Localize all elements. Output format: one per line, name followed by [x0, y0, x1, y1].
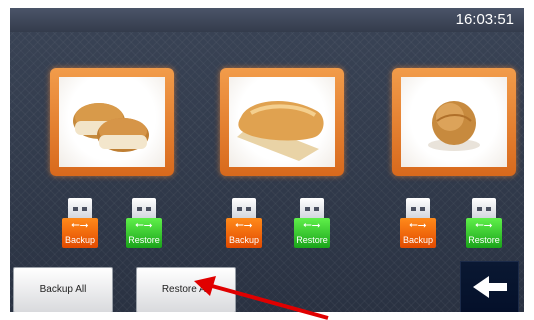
product-card-1[interactable] — [50, 68, 174, 176]
usb-symbol-icon: ⭠⭢ — [475, 219, 493, 231]
backup-label: Backup — [228, 235, 260, 245]
baguette-icon — [237, 100, 324, 161]
usb-plug-icon — [300, 198, 324, 220]
usb-plug-icon — [232, 198, 256, 220]
usb-symbol-icon: ⭠⭢ — [135, 219, 153, 231]
backup-button-1[interactable]: ⭠⭢ Backup — [62, 198, 98, 248]
status-bar: 16:03:51 — [10, 8, 524, 32]
usb-symbol-icon: ⭠⭢ — [235, 219, 253, 231]
restore-button-3[interactable]: ⭠⭢ Restore — [466, 198, 502, 248]
usb-symbol-icon: ⭠⭢ — [303, 219, 321, 231]
usb-plug-icon — [406, 198, 430, 220]
bread-rolls-image — [59, 77, 165, 167]
arrow-left-icon — [473, 276, 507, 298]
product-card-3[interactable] — [392, 68, 516, 176]
restore-button-1[interactable]: ⭠⭢ Restore — [126, 198, 162, 248]
round-roll-icon — [428, 101, 480, 151]
usb-plug-icon — [472, 198, 496, 220]
backup-button-3[interactable]: ⭠⭢ Backup — [400, 198, 436, 248]
usb-symbol-icon: ⭠⭢ — [409, 219, 427, 231]
restore-label: Restore — [468, 235, 500, 245]
restore-label: Restore — [128, 235, 160, 245]
restore-label: Restore — [296, 235, 328, 245]
clock: 16:03:51 — [455, 11, 514, 28]
usb-plug-icon — [132, 198, 156, 220]
usb-symbol-icon: ⭠⭢ — [71, 219, 89, 231]
usb-plug-icon — [68, 198, 92, 220]
backup-label: Backup — [64, 235, 96, 245]
hmi-screen: 16:03:51 ⭠⭢ Backup ⭠⭢ Restore ⭠⭢ Backup … — [10, 8, 524, 312]
restore-all-button[interactable]: Restore All — [136, 267, 236, 312]
restore-button-2[interactable]: ⭠⭢ Restore — [294, 198, 330, 248]
backup-label: Backup — [402, 235, 434, 245]
back-button[interactable] — [460, 261, 519, 312]
product-card-2[interactable] — [220, 68, 344, 176]
bread-rolls-icon — [73, 103, 149, 152]
baguette-image — [229, 77, 335, 167]
round-roll-image — [401, 77, 507, 167]
backup-all-button[interactable]: Backup All — [13, 267, 113, 312]
backup-button-2[interactable]: ⭠⭢ Backup — [226, 198, 262, 248]
